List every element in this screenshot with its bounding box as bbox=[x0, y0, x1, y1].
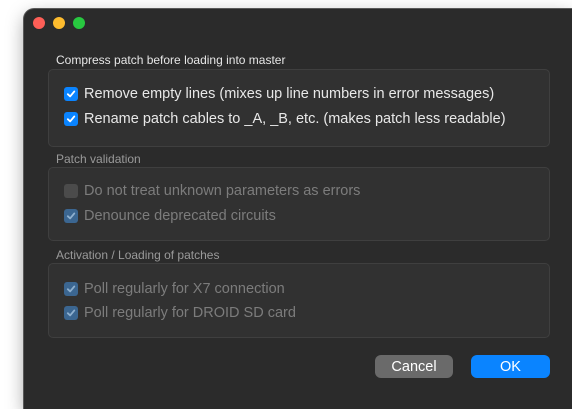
denounce-deprecated-label: Denounce deprecated circuits bbox=[84, 208, 276, 224]
activation-group bbox=[48, 263, 550, 338]
minimize-window-button[interactable] bbox=[53, 17, 65, 29]
poll-sd-card-option[interactable]: Poll regularly for DROID SD card bbox=[64, 304, 296, 322]
title-bar bbox=[24, 9, 572, 37]
poll-x7-option[interactable]: Poll regularly for X7 connection bbox=[64, 280, 285, 298]
rename-patch-cables-label: Rename patch cables to _A, _B, etc. (mak… bbox=[84, 111, 506, 127]
validation-section-title: Patch validation bbox=[56, 152, 141, 166]
compress-group bbox=[48, 69, 550, 147]
preferences-dialog: Compress patch before loading into maste… bbox=[24, 9, 572, 409]
unknown-parameters-option[interactable]: Do not treat unknown parameters as error… bbox=[64, 182, 360, 200]
cancel-button[interactable]: Cancel bbox=[375, 355, 453, 378]
checkbox-checked-icon[interactable] bbox=[64, 87, 78, 101]
remove-empty-lines-option[interactable]: Remove empty lines (mixes up line number… bbox=[64, 85, 494, 103]
poll-sd-card-label: Poll regularly for DROID SD card bbox=[84, 305, 296, 321]
checkbox-checked-icon[interactable] bbox=[64, 282, 78, 296]
unknown-parameters-label: Do not treat unknown parameters as error… bbox=[84, 183, 361, 199]
poll-x7-label: Poll regularly for X7 connection bbox=[84, 281, 285, 297]
ok-button[interactable]: OK bbox=[471, 355, 550, 378]
checkbox-checked-icon[interactable] bbox=[64, 209, 78, 223]
checkbox-checked-icon[interactable] bbox=[64, 306, 78, 320]
remove-empty-lines-label: Remove empty lines (mixes up line number… bbox=[84, 86, 495, 102]
zoom-window-button[interactable] bbox=[73, 17, 85, 29]
checkbox-checked-icon[interactable] bbox=[64, 112, 78, 126]
denounce-deprecated-option[interactable]: Denounce deprecated circuits bbox=[64, 207, 276, 225]
close-window-button[interactable] bbox=[33, 17, 45, 29]
rename-patch-cables-option[interactable]: Rename patch cables to _A, _B, etc. (mak… bbox=[64, 110, 506, 128]
checkbox-unchecked-icon[interactable] bbox=[64, 184, 78, 198]
compress-section-title: Compress patch before loading into maste… bbox=[56, 53, 286, 67]
activation-section-title: Activation / Loading of patches bbox=[56, 248, 220, 262]
validation-group bbox=[48, 167, 550, 241]
